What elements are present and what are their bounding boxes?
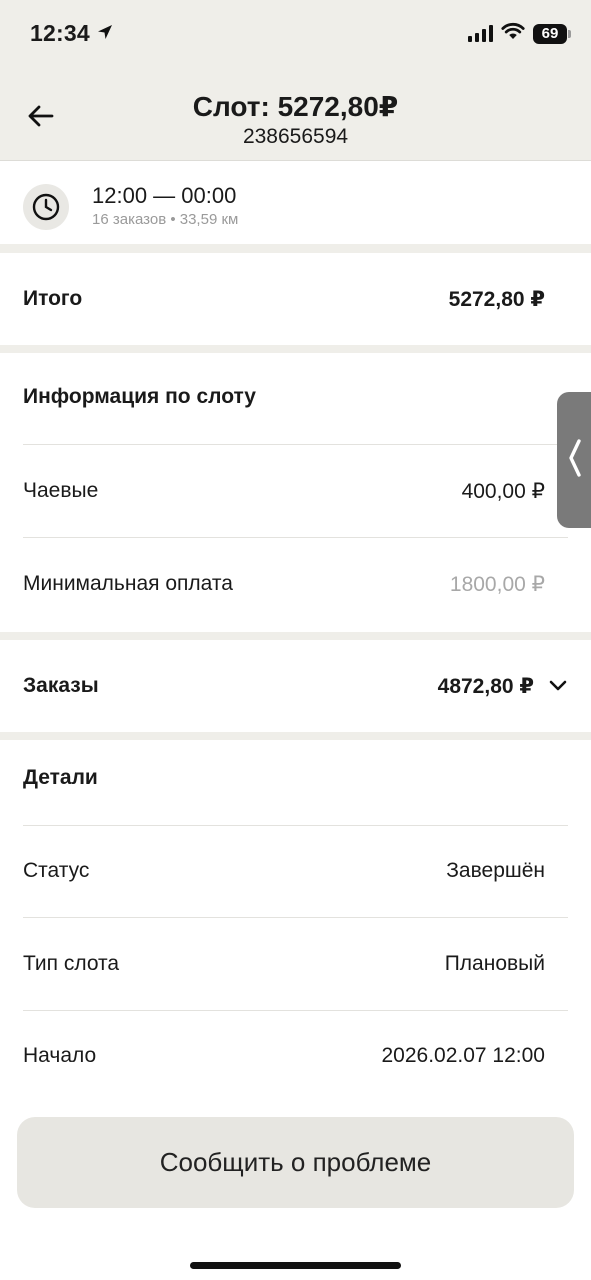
battery-icon: 69 xyxy=(533,23,571,44)
total-section: Итого 5272,80 ₽ xyxy=(0,253,591,345)
start-row: Начало 2026.02.07 12:00 xyxy=(23,1036,545,1076)
section-separator xyxy=(0,345,591,353)
status-row: Статус Завершён xyxy=(23,851,545,891)
divider xyxy=(23,444,568,445)
tips-value: 400,00 ₽ xyxy=(461,479,545,503)
location-arrow-icon xyxy=(96,20,114,47)
status-label: Статус xyxy=(23,859,90,882)
status-time: 12:34 xyxy=(30,20,114,47)
chevron-left-icon xyxy=(566,438,584,483)
divider xyxy=(23,537,568,538)
battery-level: 69 xyxy=(541,25,559,42)
start-label: Начало xyxy=(23,1044,97,1067)
slot-type-value: Плановый xyxy=(444,952,545,975)
status-value: Завершён xyxy=(446,859,545,882)
home-indicator xyxy=(190,1262,401,1269)
divider xyxy=(23,917,568,918)
report-problem-button[interactable]: Сообщить о проблеме xyxy=(17,1117,574,1208)
min-payment-row: Минимальная оплата 1800,00 ₽ xyxy=(23,564,545,604)
status-time-text: 12:34 xyxy=(30,20,90,46)
slot-type-label: Тип слота xyxy=(23,952,120,975)
min-payment-label: Минимальная оплата xyxy=(23,572,233,595)
section-separator xyxy=(0,244,591,253)
tips-label: Чаевые xyxy=(23,479,99,502)
orders-row[interactable]: Заказы 4872,80 ₽ xyxy=(23,666,568,706)
slot-time-details: 16 заказов • 33,59 км xyxy=(92,211,239,228)
divider xyxy=(23,825,568,826)
details-section: Детали Статус Завершён Тип слота Плановы… xyxy=(0,740,591,1095)
wifi-icon xyxy=(501,22,525,45)
total-value: 5272,80 ₽ xyxy=(448,287,545,311)
slot-time-range: 12:00 — 00:00 xyxy=(92,183,237,208)
slot-type-row: Тип слота Плановый xyxy=(23,944,545,984)
top-bar: 12:34 69 Слот: 5272,80₽ 238656594 xyxy=(0,0,591,161)
orders-value: 4872,80 ₽ xyxy=(437,674,534,698)
tips-row: Чаевые 400,00 ₽ xyxy=(23,471,545,511)
total-label: Итого xyxy=(23,287,83,310)
page-title: Слот: 5272,80₽ xyxy=(192,91,399,122)
total-row: Итого 5272,80 ₽ xyxy=(23,279,545,319)
slot-id: 238656594 xyxy=(242,125,349,148)
orders-section[interactable]: Заказы 4872,80 ₽ xyxy=(0,640,591,732)
start-value: 2026.02.07 12:00 xyxy=(381,1044,546,1067)
section-separator xyxy=(0,632,591,640)
status-icons: 69 xyxy=(468,22,571,45)
slot-info-heading: Информация по слоту xyxy=(23,385,256,408)
side-panel-handle[interactable] xyxy=(557,392,591,528)
chevron-down-icon[interactable] xyxy=(548,679,568,693)
orders-label: Заказы xyxy=(23,674,99,697)
bottom-action-bar: Сообщить о проблеме xyxy=(0,1095,591,1280)
cellular-signal-icon xyxy=(468,25,493,42)
section-separator xyxy=(0,732,591,740)
details-heading: Детали xyxy=(23,766,98,789)
divider xyxy=(23,1010,568,1011)
slot-info-section: Информация по слоту Чаевые 400,00 ₽ Мини… xyxy=(0,353,591,632)
clock-icon xyxy=(23,184,69,230)
min-payment-value: 1800,00 ₽ xyxy=(449,572,545,596)
slot-time-row: 12:00 — 00:00 16 заказов • 33,59 км xyxy=(0,161,591,244)
